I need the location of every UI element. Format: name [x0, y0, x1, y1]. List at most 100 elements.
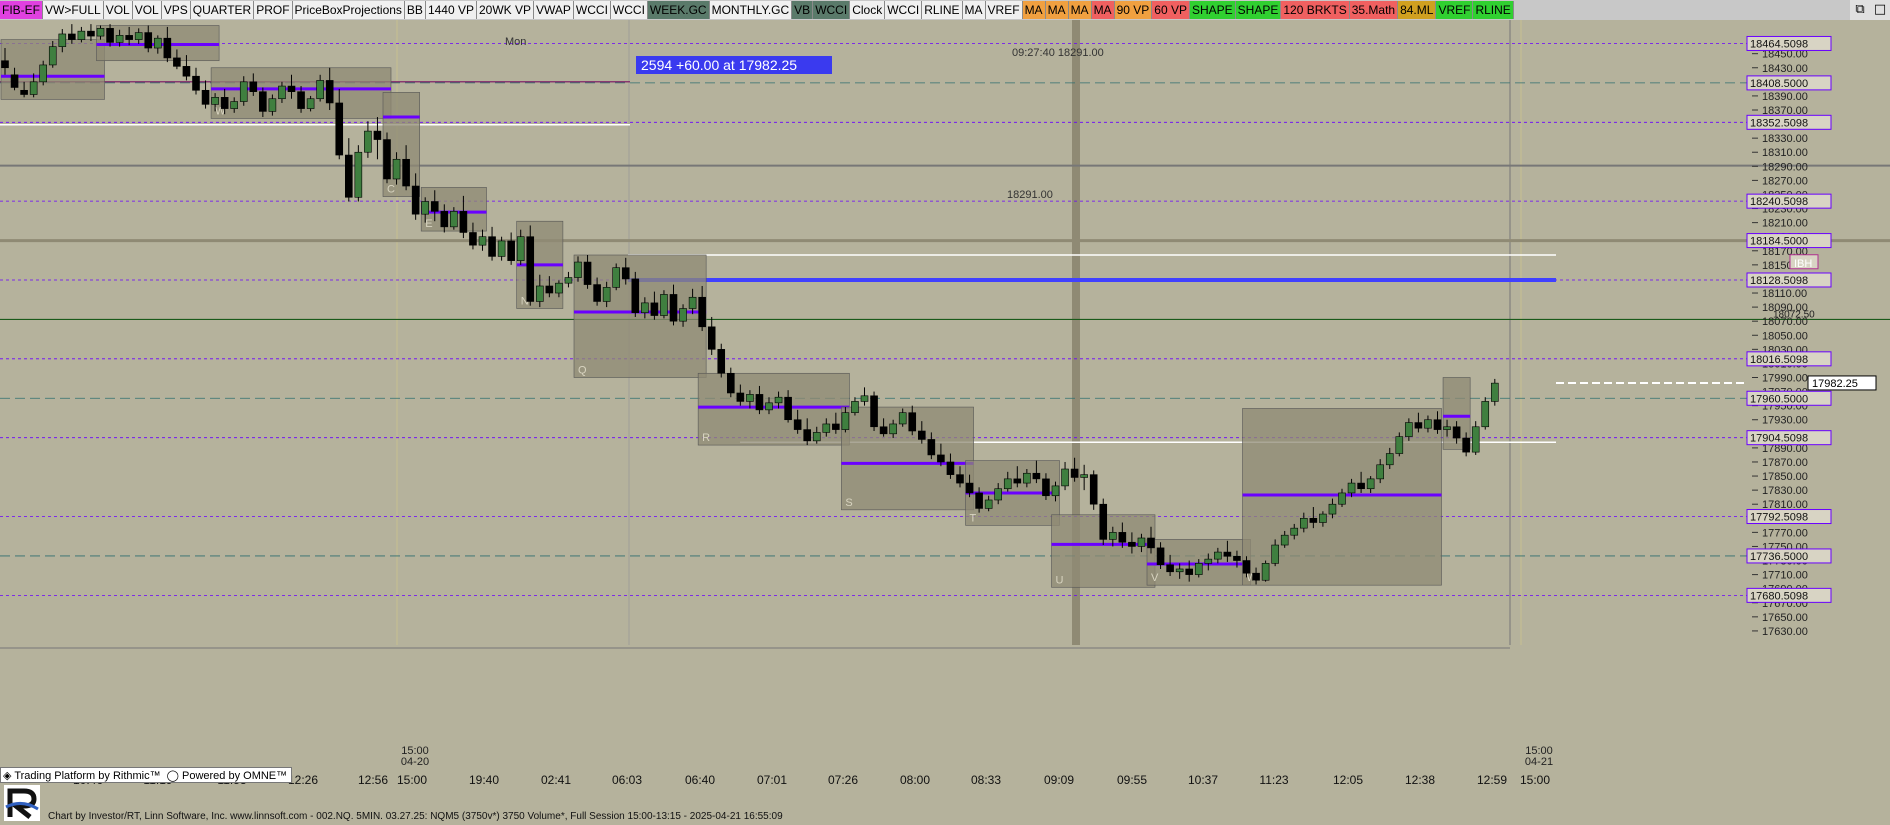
toolbar-button-monthly-gc[interactable]: MONTHLY.GC [709, 1, 793, 19]
candle[interactable] [1147, 537, 1155, 549]
candle[interactable] [631, 278, 640, 314]
candle[interactable] [860, 395, 869, 402]
candle[interactable] [812, 432, 821, 442]
candle[interactable] [268, 98, 277, 112]
candle[interactable] [20, 89, 28, 95]
candle[interactable] [688, 296, 697, 309]
candle[interactable] [239, 81, 248, 102]
candle[interactable] [793, 419, 802, 430]
candle[interactable] [555, 282, 563, 294]
toolbar-button-84-ml[interactable]: 84.ML [1398, 1, 1437, 19]
toolbar-button-vref[interactable]: VREF [1436, 1, 1474, 19]
toolbar-button-20wk-vp[interactable]: 20WK VP [476, 1, 535, 19]
candle[interactable] [1300, 517, 1308, 529]
candle[interactable] [440, 211, 449, 228]
toolbar-button-clock[interactable]: Clock [850, 1, 886, 19]
candle[interactable] [1347, 482, 1356, 494]
toolbar-button-ma[interactable]: MA [1045, 1, 1069, 19]
toolbar-button-vwap[interactable]: VWAP [534, 1, 574, 19]
candle[interactable] [134, 32, 143, 40]
candle[interactable] [832, 423, 840, 430]
candle[interactable] [1233, 556, 1241, 561]
candle[interactable] [1118, 532, 1127, 543]
toolbar-button-vol[interactable]: VOL [103, 1, 133, 19]
candle[interactable] [564, 277, 573, 284]
candle[interactable] [39, 64, 48, 83]
candle[interactable] [182, 66, 191, 77]
candle[interactable] [956, 474, 964, 484]
candle[interactable] [1443, 426, 1451, 430]
candle[interactable] [1061, 468, 1069, 487]
candle[interactable] [1242, 560, 1251, 574]
candle[interactable] [507, 240, 515, 261]
candle[interactable] [469, 232, 477, 246]
candle[interactable] [1089, 474, 1098, 505]
candle[interactable] [583, 261, 592, 285]
candle[interactable] [96, 28, 105, 37]
toolbar-button-prof[interactable]: PROF [254, 1, 293, 19]
candle[interactable] [497, 240, 506, 257]
candle[interactable] [1452, 426, 1461, 439]
candle[interactable] [201, 89, 210, 105]
candle[interactable] [975, 492, 983, 509]
candle[interactable] [364, 130, 372, 153]
candle[interactable] [230, 101, 238, 109]
candle[interactable] [946, 461, 955, 475]
candle[interactable] [259, 91, 267, 112]
candle[interactable] [211, 97, 219, 105]
candle[interactable] [803, 429, 812, 442]
candle[interactable] [1414, 422, 1423, 429]
candle[interactable] [1328, 503, 1337, 515]
candle[interactable] [430, 201, 439, 212]
candle[interactable] [1042, 478, 1050, 497]
candle[interactable] [249, 81, 258, 92]
candle[interactable] [306, 98, 315, 109]
candle[interactable] [1137, 537, 1146, 547]
candle[interactable] [1070, 468, 1079, 478]
candle[interactable] [392, 158, 401, 180]
candle[interactable] [726, 372, 735, 394]
candle[interactable] [1223, 551, 1232, 557]
candle[interactable] [774, 396, 783, 404]
restore-window-icon[interactable]: ⧉ [1850, 0, 1870, 20]
candle[interactable] [593, 284, 601, 302]
candle[interactable] [154, 37, 162, 49]
candle[interactable] [612, 267, 621, 288]
candle[interactable] [679, 308, 687, 322]
candle[interactable] [851, 401, 859, 413]
toolbar-button-ma[interactable]: MA [1022, 1, 1046, 19]
candle[interactable] [1471, 426, 1480, 453]
candle[interactable] [984, 499, 993, 509]
toolbar-button-ma[interactable]: MA [1091, 1, 1115, 19]
candle[interactable] [669, 294, 678, 322]
candle[interactable] [192, 75, 200, 91]
toolbar-button-fib-ef[interactable]: FIB-EF [0, 1, 43, 19]
candle[interactable] [125, 35, 133, 40]
toolbar-button-35-math[interactable]: 35.Math [1349, 1, 1399, 19]
candle[interactable] [822, 423, 831, 433]
toolbar-button-rline[interactable]: RLINE [922, 1, 963, 19]
price-chart[interactable]: WCENQRSTUVW18470.0018450.0018430.0018410… [0, 20, 1890, 825]
candle[interactable] [889, 423, 897, 435]
candle[interactable] [450, 211, 458, 228]
candle[interactable] [459, 211, 468, 233]
candle[interactable] [1023, 472, 1031, 484]
candle[interactable] [545, 285, 554, 294]
candle[interactable] [478, 236, 487, 246]
candle[interactable] [841, 412, 850, 430]
candle[interactable] [927, 439, 936, 456]
candle[interactable] [1405, 422, 1413, 437]
candle[interactable] [1481, 401, 1490, 428]
candle[interactable] [344, 154, 353, 198]
candle[interactable] [325, 80, 334, 104]
candle[interactable] [10, 74, 19, 88]
candle[interactable] [965, 482, 974, 494]
toolbar-button-wcci[interactable]: WCCI [813, 1, 851, 19]
candle[interactable] [1290, 527, 1299, 536]
candle[interactable] [421, 201, 430, 215]
candle[interactable] [937, 454, 945, 463]
candle[interactable] [87, 30, 95, 37]
candle[interactable] [717, 349, 726, 374]
toolbar-button-1440-vp[interactable]: 1440 VP [425, 1, 477, 19]
candle[interactable] [707, 326, 716, 350]
